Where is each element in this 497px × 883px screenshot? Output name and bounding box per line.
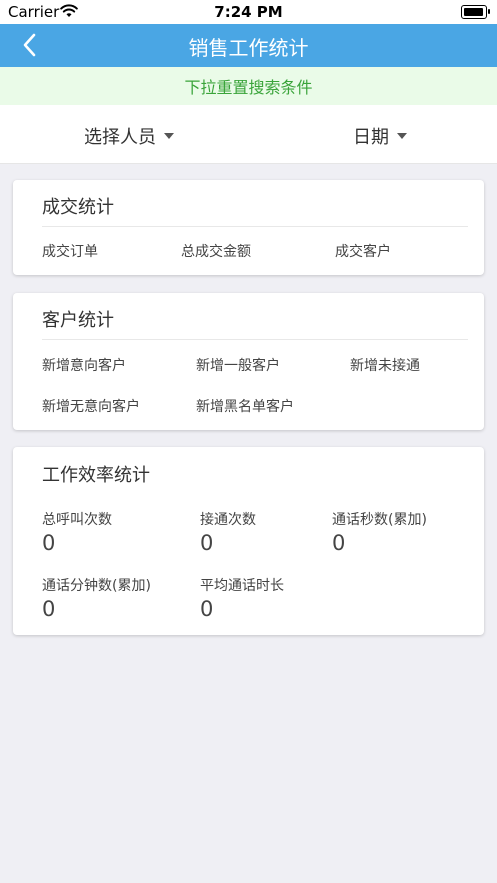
status-bar: Carrier 7:24 PM (0, 0, 497, 24)
stat-label-call-seconds: 通话秒数(累加) (332, 512, 427, 528)
stat-item-deal-orders: 成交订单 (42, 244, 98, 260)
stat-item-new-unconnected: 新增未接通 (350, 358, 420, 374)
stat-label-call-minutes: 通话分钟数(累加) (42, 578, 151, 594)
stat-value-call-seconds: 0 (332, 531, 346, 555)
divider (42, 339, 468, 340)
stat-item-total-deal-amount: 总成交金额 (181, 244, 251, 260)
stat-value-avg-call-duration: 0 (200, 597, 214, 621)
stat-item-new-intent-customers: 新增意向客户 (42, 358, 126, 374)
deal-stats-card: 成交统计 成交订单 总成交金额 成交客户 (13, 180, 484, 275)
stat-item-deal-customers: 成交客户 (335, 244, 391, 260)
battery-icon (461, 5, 490, 19)
person-filter-dropdown[interactable]: 选择人员 (84, 123, 174, 149)
stat-item-new-general-customers: 新增一般客户 (196, 358, 280, 374)
caret-down-icon (164, 133, 174, 139)
efficiency-stats-card: 工作效率统计 总呼叫次数 0 接通次数 0 通话秒数(累加) 0 通话分钟数(累… (13, 447, 484, 635)
navigation-bar: 销售工作统计 (0, 24, 497, 67)
date-filter-dropdown[interactable]: 日期 (353, 123, 407, 149)
efficiency-stats-title: 工作效率统计 (42, 465, 150, 486)
stat-value-connected-calls: 0 (200, 531, 214, 555)
reset-tip-text: 下拉重置搜索条件 (184, 78, 313, 97)
filter-bar: 选择人员 日期 (0, 105, 497, 164)
page-title: 销售工作统计 (188, 36, 309, 60)
stat-label-total-calls: 总呼叫次数 (42, 512, 112, 528)
reset-tip-banner: 下拉重置搜索条件 (0, 67, 497, 105)
stat-label-connected-calls: 接通次数 (200, 512, 256, 528)
divider (42, 226, 468, 227)
caret-down-icon (397, 133, 407, 139)
clock-time: 7:24 PM (214, 3, 283, 21)
date-filter-label: 日期 (353, 127, 389, 148)
stat-label-avg-call-duration: 平均通话时长 (200, 578, 284, 594)
stat-item-new-no-intent-customers: 新增无意向客户 (42, 399, 140, 415)
stat-value-call-minutes: 0 (42, 597, 56, 621)
customer-stats-card: 客户统计 新增意向客户 新增一般客户 新增未接通 新增无意向客户 新增黑名单客户 (13, 293, 484, 430)
stat-item-new-blacklist-customers: 新增黑名单客户 (196, 399, 294, 415)
deal-stats-title: 成交统计 (42, 197, 114, 218)
customer-stats-title: 客户统计 (42, 310, 114, 331)
stat-value-total-calls: 0 (42, 531, 56, 555)
person-filter-label: 选择人员 (84, 127, 156, 148)
